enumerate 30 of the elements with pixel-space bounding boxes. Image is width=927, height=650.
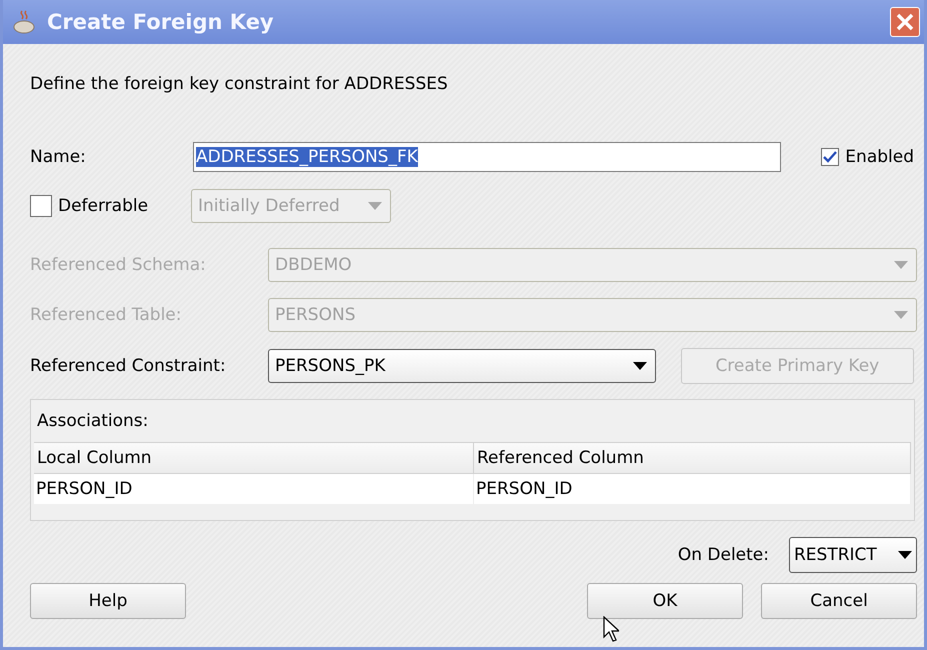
field-label: Referenced Constraint: [30,356,227,376]
associations-label: Associations: [36,410,150,433]
dropdown-arrow-icon [894,261,908,269]
dropdown-arrow-icon [894,311,908,319]
dialog-button[interactable]: OK [587,583,743,619]
close-icon [896,13,914,31]
on-delete-label: On Delete: [678,545,769,565]
dialog-button[interactable]: Help [30,583,186,619]
name-label: Name: [30,147,87,167]
name-field[interactable]: ADDRESSES_PERSONS_FK [193,142,781,172]
mouse-pointer-icon [603,616,619,642]
enabled-checkbox[interactable]: Enabled [821,147,914,167]
close-button[interactable] [890,7,920,37]
field-label: Referenced Table: [30,305,182,325]
table-cell: PERSON_ID [474,474,911,504]
checkmark-icon [823,151,838,163]
dropdown-arrow-icon [368,202,382,210]
reference-dropdown[interactable]: PERSONS_PK [268,349,656,383]
column-header[interactable]: Referenced Column [474,443,911,474]
table-cell: PERSON_ID [34,474,474,504]
coffee-cup-icon [13,9,37,35]
dialog-button[interactable]: Cancel [761,583,917,619]
window-title: Create Foreign Key [47,10,275,34]
field-label: Referenced Schema: [30,255,207,275]
dropdown-arrow-icon [633,362,647,370]
deferrable-checkbox[interactable]: Deferrable [30,195,191,217]
dropdown-arrow-icon [898,551,912,559]
description-text: Define the foreign key constraint for ADDRESSES [30,74,449,96]
on-delete-dropdown[interactable]: RESTRICT [789,537,917,573]
column-header[interactable]: Local Column [34,443,474,474]
